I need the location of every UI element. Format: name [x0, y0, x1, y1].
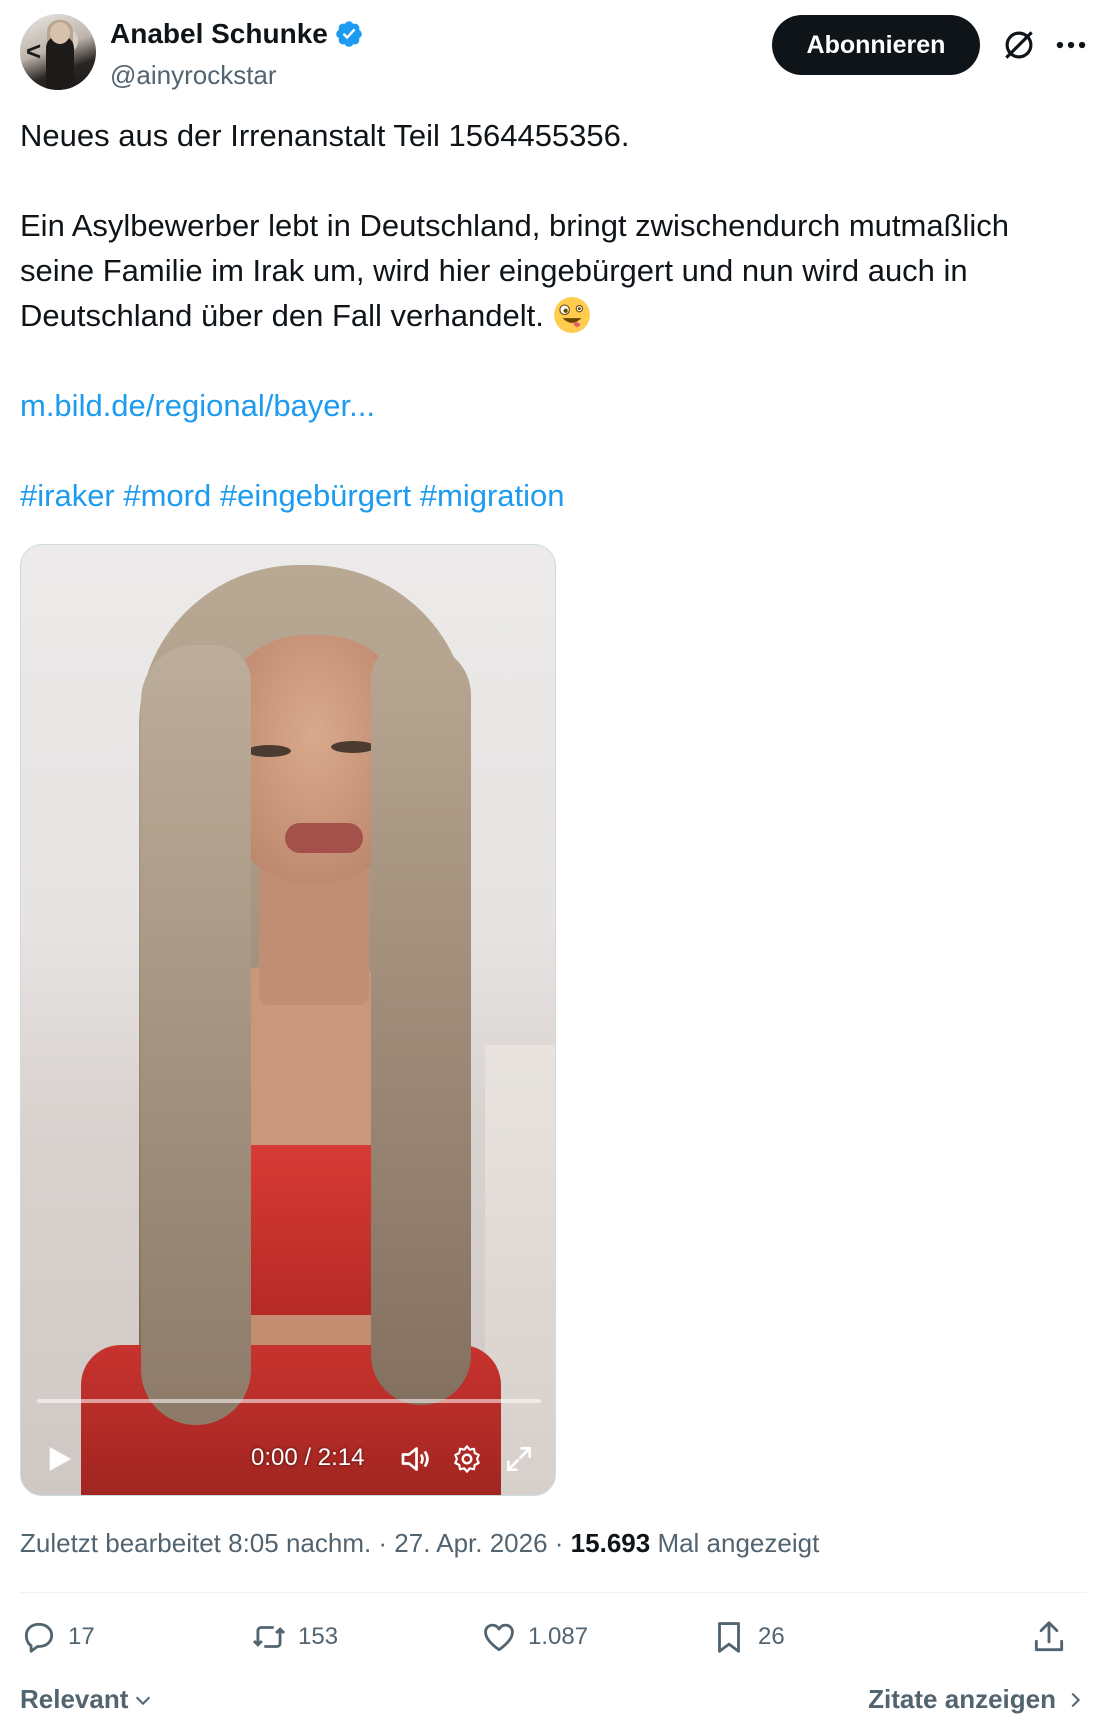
chevron-right-icon: [1071, 1692, 1081, 1707]
zany-face-emoji-icon: [553, 297, 590, 333]
reply-button[interactable]: 17: [20, 1618, 95, 1656]
video-progress-bar[interactable]: [37, 1399, 541, 1403]
grok-icon[interactable]: [1000, 26, 1038, 64]
avatar[interactable]: <: [20, 14, 96, 90]
display-name[interactable]: Anabel Schunke: [110, 18, 328, 50]
tweet-header: < Anabel Schunke @ainyrockstar Abonniere…: [20, 14, 1086, 94]
author-name-row[interactable]: Anabel Schunke: [110, 18, 364, 50]
video-time: 0:00 / 2:14: [251, 1444, 365, 1471]
subscribe-button[interactable]: Abonnieren: [772, 15, 980, 75]
sort-label: Relevant: [20, 1684, 129, 1714]
share-icon: [1034, 1621, 1064, 1652]
bookmark-button[interactable]: 26: [710, 1618, 785, 1656]
like-button[interactable]: 1.087: [480, 1618, 588, 1656]
action-bar: 17 153 1.087 26: [20, 1618, 1086, 1668]
views-label: Mal angezeigt: [657, 1528, 820, 1558]
tweet-line-1: Neues aus der Irrenanstalt Teil 15644553…: [20, 118, 630, 153]
verified-badge-icon: [336, 21, 362, 47]
views-count: 15.693: [570, 1528, 651, 1558]
tweet-line-2: Ein Asylbewerber lebt in Deutschland, br…: [20, 203, 1086, 338]
divider: [20, 1592, 1086, 1593]
share-button[interactable]: [1030, 1618, 1068, 1656]
tweet-body: Ein Asylbewerber lebt in Deutschland, br…: [20, 208, 1010, 333]
repost-count: 153: [298, 1623, 339, 1650]
article-link[interactable]: m.bild.de/regional/bayer...: [20, 383, 1086, 428]
play-icon[interactable]: [43, 1443, 75, 1475]
volume-icon[interactable]: [397, 1441, 433, 1477]
tweet-text: Neues aus der Irrenanstalt Teil 15644553…: [20, 113, 1086, 518]
edited-timestamp[interactable]: Zuletzt bearbeitet 8:05 nachm. · 27. Apr…: [20, 1528, 571, 1558]
sort-dropdown[interactable]: Relevant: [20, 1684, 154, 1715]
quotes-label: Zitate anzeigen: [868, 1684, 1056, 1714]
like-count: 1.087: [528, 1623, 589, 1650]
fullscreen-icon[interactable]: [503, 1443, 535, 1475]
more-options-icon[interactable]: [1052, 26, 1090, 64]
repost-button[interactable]: 153: [250, 1618, 338, 1656]
tweet-meta: Zuletzt bearbeitet 8:05 nachm. · 27. Apr…: [20, 1528, 819, 1559]
heart-icon: [484, 1623, 514, 1652]
video-player[interactable]: 0:00 / 2:14: [20, 544, 556, 1496]
hashtags[interactable]: #iraker #mord #eingebürgert #migration: [20, 473, 1086, 518]
settings-icon[interactable]: [451, 1443, 483, 1475]
bookmark-count: 26: [758, 1623, 785, 1650]
reply-count: 17: [68, 1623, 95, 1650]
reply-icon: [24, 1622, 54, 1653]
bookmark-icon: [718, 1622, 740, 1653]
view-quotes-link[interactable]: Zitate anzeigen: [868, 1684, 1086, 1715]
repost-icon: [252, 1626, 286, 1648]
chevron-down-icon: [136, 1696, 151, 1705]
author-handle[interactable]: @ainyrockstar: [110, 60, 277, 91]
